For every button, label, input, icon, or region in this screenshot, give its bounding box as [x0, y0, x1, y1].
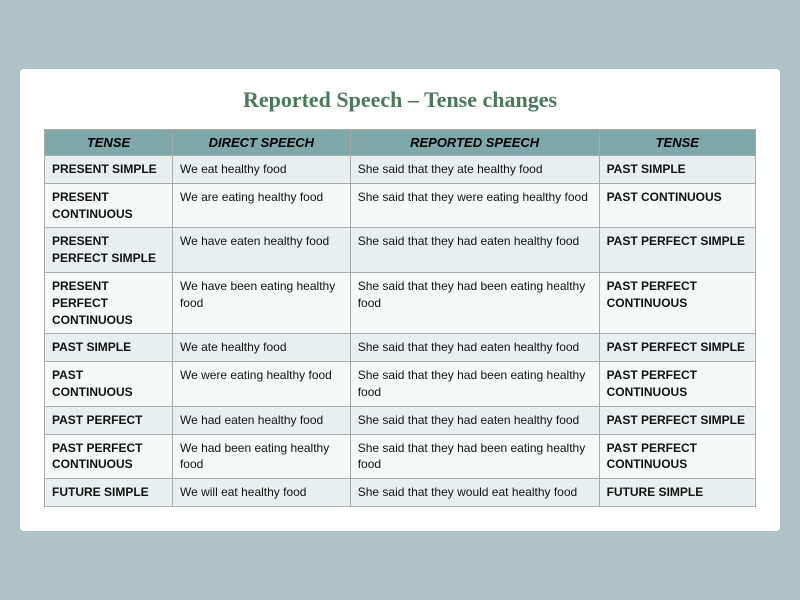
cell-tense-left: PRESENT PERFECT SIMPLE [45, 228, 173, 273]
table-row: PRESENT PERFECT CONTINUOUSWe have been e… [45, 273, 756, 334]
cell-direct-speech: We have eaten healthy food [172, 228, 350, 273]
cell-direct-speech: We have been eating healthy food [172, 273, 350, 334]
header-tense-right: TENSE [599, 130, 755, 156]
cell-tense-right: PAST CONTINUOUS [599, 183, 755, 228]
cell-tense-left: PAST SIMPLE [45, 334, 173, 362]
cell-direct-speech: We are eating healthy food [172, 183, 350, 228]
cell-reported-speech: She said that they ate healthy food [350, 156, 599, 184]
cell-tense-right: PAST SIMPLE [599, 156, 755, 184]
table-row: PAST SIMPLEWe ate healthy foodShe said t… [45, 334, 756, 362]
cell-direct-speech: We eat healthy food [172, 156, 350, 184]
cell-reported-speech: She said that they had eaten healthy foo… [350, 228, 599, 273]
header-reported-speech: REPORTED SPEECH [350, 130, 599, 156]
header-tense-left: TENSE [45, 130, 173, 156]
cell-tense-right: FUTURE SIMPLE [599, 479, 755, 507]
cell-reported-speech: She said that they would eat healthy foo… [350, 479, 599, 507]
cell-direct-speech: We ate healthy food [172, 334, 350, 362]
cell-reported-speech: She said that they had been eating healt… [350, 273, 599, 334]
table-row: PAST CONTINUOUSWe were eating healthy fo… [45, 362, 756, 407]
table-row: PAST PERFECTWe had eaten healthy foodShe… [45, 406, 756, 434]
table-row: PRESENT CONTINUOUSWe are eating healthy … [45, 183, 756, 228]
cell-tense-right: PAST PERFECT SIMPLE [599, 334, 755, 362]
cell-tense-right: PAST PERFECT SIMPLE [599, 406, 755, 434]
cell-tense-left: PAST PERFECT CONTINUOUS [45, 434, 173, 479]
cell-tense-left: PAST PERFECT [45, 406, 173, 434]
cell-reported-speech: She said that they had eaten healthy foo… [350, 406, 599, 434]
cell-direct-speech: We were eating healthy food [172, 362, 350, 407]
cell-reported-speech: She said that they were eating healthy f… [350, 183, 599, 228]
table-row: FUTURE SIMPLEWe will eat healthy foodShe… [45, 479, 756, 507]
main-card: Reported Speech – Tense changes TENSE DI… [20, 69, 780, 531]
cell-tense-right: PAST PERFECT CONTINUOUS [599, 273, 755, 334]
cell-tense-left: FUTURE SIMPLE [45, 479, 173, 507]
cell-reported-speech: She said that they had eaten healthy foo… [350, 334, 599, 362]
cell-reported-speech: She said that they had been eating healt… [350, 434, 599, 479]
table-row: PRESENT SIMPLEWe eat healthy foodShe sai… [45, 156, 756, 184]
cell-tense-right: PAST PERFECT SIMPLE [599, 228, 755, 273]
cell-tense-right: PAST PERFECT CONTINUOUS [599, 434, 755, 479]
cell-tense-left: PRESENT SIMPLE [45, 156, 173, 184]
page-title: Reported Speech – Tense changes [44, 87, 756, 113]
cell-direct-speech: We had eaten healthy food [172, 406, 350, 434]
cell-tense-left: PRESENT PERFECT CONTINUOUS [45, 273, 173, 334]
cell-tense-left: PAST CONTINUOUS [45, 362, 173, 407]
cell-tense-left: PRESENT CONTINUOUS [45, 183, 173, 228]
cell-tense-right: PAST PERFECT CONTINUOUS [599, 362, 755, 407]
cell-direct-speech: We had been eating healthy food [172, 434, 350, 479]
header-direct-speech: DIRECT SPEECH [172, 130, 350, 156]
table-row: PRESENT PERFECT SIMPLEWe have eaten heal… [45, 228, 756, 273]
cell-reported-speech: She said that they had been eating healt… [350, 362, 599, 407]
tense-table: TENSE DIRECT SPEECH REPORTED SPEECH TENS… [44, 129, 756, 507]
cell-direct-speech: We will eat healthy food [172, 479, 350, 507]
table-row: PAST PERFECT CONTINUOUSWe had been eatin… [45, 434, 756, 479]
